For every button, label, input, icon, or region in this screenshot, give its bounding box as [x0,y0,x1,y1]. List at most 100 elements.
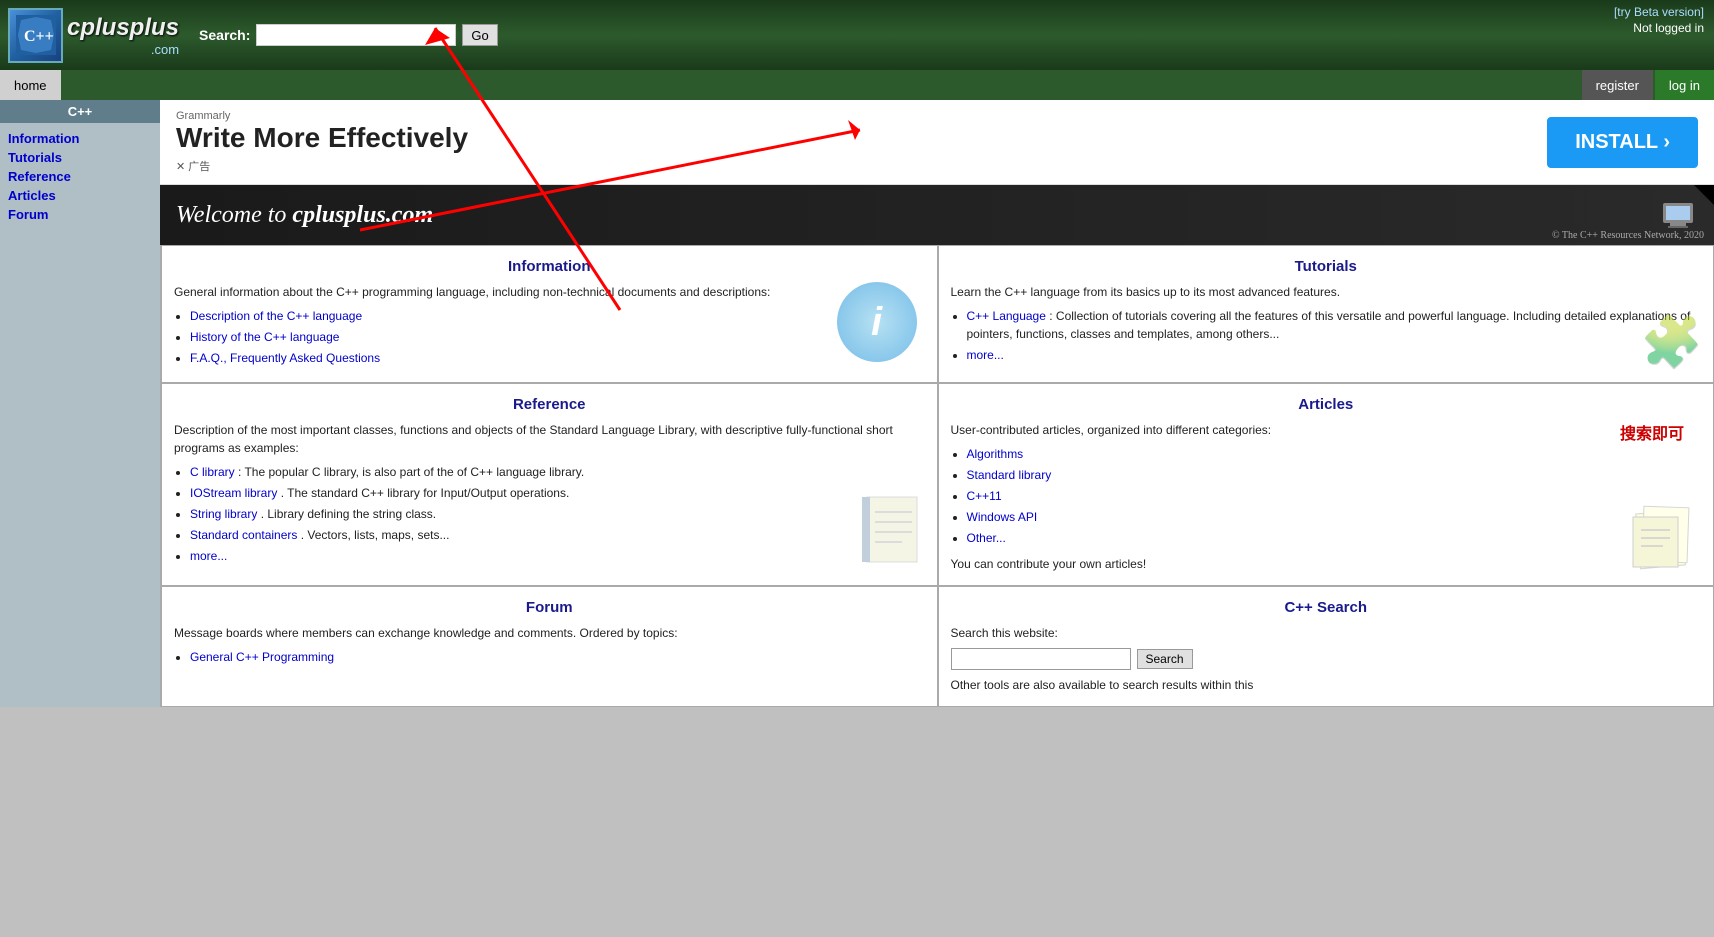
forum-links: General C++ Programming [174,648,925,666]
ref-link-containers-suffix: . Vectors, lists, maps, sets... [301,528,450,542]
tutorials-link-language[interactable]: C++ Language [967,309,1046,323]
header-search: Search: Go [199,24,498,46]
forum-body: Message boards where members can exchang… [174,624,925,666]
information-links: Description of the C++ language History … [174,307,925,367]
sidebar-title: C++ [0,100,160,123]
tutorials-body: Learn the C++ language from its basics u… [951,283,1702,364]
information-body: General information about the C++ progra… [174,283,925,367]
articles-body: User-contributed articles, organized int… [951,421,1702,573]
articles-contribute: You can contribute your own articles! [951,555,1702,573]
other-tools-text: Other tools are also available to search… [951,676,1702,694]
info-icon: i [837,282,917,362]
ref-link-c[interactable]: C library [190,465,235,479]
login-button[interactable]: log in [1655,70,1714,100]
chinese-annotation: 搜索即可 [1620,420,1684,444]
tutorials-description: Learn the C++ language from its basics u… [951,285,1341,299]
articles-icon [1623,492,1703,575]
articles-link-stdlib[interactable]: Standard library [967,468,1052,482]
navbar: home register log in [0,70,1714,100]
welcome-domain: cplusplus.com [292,202,433,228]
forum-section: Forum Message boards where members can e… [161,586,938,707]
articles-link-other[interactable]: Other... [967,531,1006,545]
articles-description: User-contributed articles, organized int… [951,423,1272,437]
articles-title: Articles [951,396,1702,413]
ref-link-c-suffix: : The popular C library, is also part of… [238,465,584,479]
search-site-button[interactable]: Search [1137,649,1193,669]
search-input[interactable] [256,24,456,46]
home-button[interactable]: home [0,70,61,100]
install-button[interactable]: INSTALL › [1547,117,1698,168]
sidebar-item-information[interactable]: Information [8,129,152,148]
tutorials-link-language-suffix: : Collection of tutorials covering all t… [967,309,1691,341]
search-section: C++ Search Search this website: Search O… [938,586,1714,707]
auth-buttons: register log in [1582,70,1714,100]
forum-title: Forum [174,599,925,616]
tutorials-section: Tutorials Learn the C++ language from it… [938,245,1714,383]
info-link-faq[interactable]: F.A.Q., Frequently Asked Questions [190,351,380,365]
reference-section: Reference Description of the most import… [161,383,938,586]
computer-icon [1658,195,1698,235]
ref-link-iostream[interactable]: IOStream library [190,486,277,500]
forum-link-general[interactable]: General C++ Programming [190,650,334,664]
sidebar-nav: Information Tutorials Reference Articles… [0,123,160,230]
sidebar-item-reference[interactable]: Reference [8,167,152,186]
info-link-description[interactable]: Description of the C++ language [190,309,362,323]
reference-links: C library : The popular C library, is al… [174,463,925,565]
welcome-banner: Welcome to cplusplus.com © The C++ Resou… [160,185,1714,245]
logo-text: cplusplus [67,14,179,42]
search-body: Search this website: Search Other tools … [951,624,1702,694]
ref-link-string-suffix: . Library defining the string class. [261,507,436,521]
ad-content: Grammarly Write More Effectively ✕ 广告 [176,110,468,174]
reference-description: Description of the most important classe… [174,423,893,455]
welcome-text: Welcome to [176,202,286,228]
svg-text:C++: C++ [24,28,54,45]
logo-icon: C++ [8,8,63,63]
puzzle-icon: 🧩 [1641,313,1703,372]
ref-link-string[interactable]: String library [190,507,257,521]
ref-link-iostream-suffix: . The standard C++ library for Input/Out… [281,486,570,500]
articles-link-cpp11[interactable]: C++11 [967,489,1002,503]
search-section-title: C++ Search [951,599,1702,616]
articles-section: Articles User-contributed articles, orga… [938,383,1714,586]
ad-banner: Grammarly Write More Effectively ✕ 广告 IN… [160,100,1714,185]
search-site-form: Search [951,648,1702,670]
tutorials-link-more[interactable]: more... [967,348,1004,362]
articles-link-winapi[interactable]: Windows API [967,510,1038,524]
sidebar: C++ Information Tutorials Reference Arti… [0,100,160,707]
reference-title: Reference [174,396,925,413]
copyright-text: © The C++ Resources Network, 2020 [1552,230,1704,241]
header: C++ cplusplus .com Search: Go [try Beta … [0,0,1714,70]
ref-link-more[interactable]: more... [190,549,227,563]
forum-description: Message boards where members can exchang… [174,626,678,640]
main-layout: C++ Information Tutorials Reference Arti… [0,100,1714,707]
articles-link-algorithms[interactable]: Algorithms [967,447,1024,461]
ad-headline: Write More Effectively [176,122,468,154]
sidebar-item-articles[interactable]: Articles [8,186,152,205]
articles-links: Algorithms Standard library C++11 Window… [951,445,1702,547]
logo-com: .com [67,42,179,57]
info-link-history[interactable]: History of the C++ language [190,330,339,344]
tutorials-title: Tutorials [951,258,1702,275]
beta-link[interactable]: [try Beta version] [1614,5,1704,19]
sidebar-item-forum[interactable]: Forum [8,205,152,224]
main-content: Grammarly Write More Effectively ✕ 广告 IN… [160,100,1714,707]
reference-icon [857,492,927,575]
go-button[interactable]: Go [462,24,497,46]
search-website-label: Search this website: [951,624,1702,642]
ad-company: Grammarly [176,110,468,122]
sidebar-item-tutorials[interactable]: Tutorials [8,148,152,167]
information-description: General information about the C++ progra… [174,285,770,299]
information-title: Information [174,258,925,275]
search-label: Search: [199,27,250,43]
register-button[interactable]: register [1582,70,1653,100]
tutorials-links: C++ Language : Collection of tutorials c… [951,307,1702,364]
logo-area: C++ cplusplus .com [8,8,179,63]
reference-body: Description of the most important classe… [174,421,925,565]
information-section: Information General information about th… [161,245,938,383]
ref-link-containers[interactable]: Standard containers [190,528,297,542]
top-right-area: [try Beta version] Not logged in [1614,4,1704,35]
search-site-input[interactable] [951,648,1131,670]
ad-close[interactable]: ✕ 广告 [176,158,468,174]
sections-grid: Information General information about th… [160,245,1714,707]
login-status: Not logged in [1614,21,1704,35]
